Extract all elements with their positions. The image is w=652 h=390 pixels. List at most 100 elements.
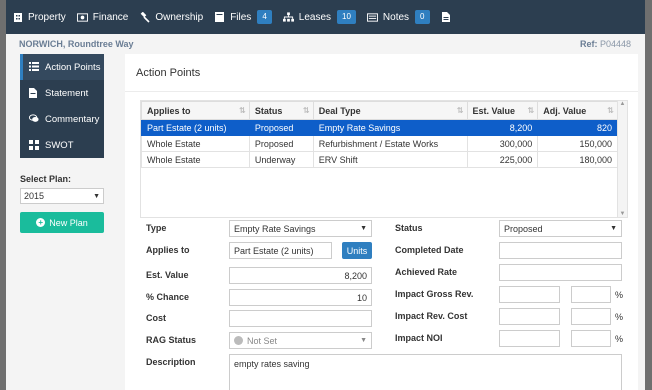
impact-rev-cost-field[interactable] [499, 308, 560, 325]
sidebar-item-statement[interactable]: Statement [20, 80, 104, 106]
achieved-rate-label: Achieved Rate [395, 267, 458, 277]
sort-icon: ⇅ [527, 106, 535, 115]
tab-finance[interactable]: Finance [76, 11, 129, 23]
description-field[interactable]: empty rates saving [229, 354, 622, 390]
est-value: 8,200 [344, 270, 367, 281]
sort-icon: ⇅ [303, 106, 310, 115]
tab-label: Notes [382, 11, 410, 23]
tab-label: Finance [92, 11, 129, 23]
sidebar-item-action-points[interactable]: Action Points [20, 54, 104, 80]
table-scrollbar[interactable]: ▲ ▼ [617, 101, 627, 217]
document-icon [441, 12, 452, 23]
impact-noi-pct-field[interactable] [571, 330, 611, 347]
cell-est-value: 225,000 [466, 151, 539, 168]
cell-est-value: 8,200 [466, 119, 539, 136]
panel-title: Action Points [125, 54, 638, 92]
leases-count-badge: 10 [337, 10, 356, 24]
building-icon [12, 12, 23, 23]
tab-property[interactable]: Property [12, 12, 66, 23]
chance-field[interactable]: 10 [229, 289, 372, 306]
sort-icon: ⇅ [456, 106, 464, 115]
col-applies-to[interactable]: Applies to ⇅ [141, 101, 250, 120]
new-plan-button[interactable]: + New Plan [20, 212, 104, 233]
file-icon [214, 12, 225, 23]
top-nav: Property Finance Ownership Files 4 Lease… [6, 0, 645, 34]
table-row[interactable]: Part Estate (2 units) Proposed Empty Rat… [141, 119, 618, 136]
tab-leases[interactable]: Leases 10 [282, 10, 356, 24]
sidebar-item-label: SWOT [45, 139, 74, 151]
rag-status-value: Not Set [247, 335, 278, 346]
cell-deal-type: Refurbishment / Estate Works [312, 135, 468, 152]
rag-status-display: Not Set [234, 336, 277, 346]
percent-label: % [615, 290, 624, 300]
files-count-badge: 4 [257, 10, 272, 24]
notes-count-badge: 0 [415, 10, 430, 24]
cell-applies-to: Whole Estate [141, 135, 250, 152]
units-button[interactable]: Units [342, 242, 372, 259]
col-est-value[interactable]: Est. Value ⇅ [466, 101, 539, 120]
impact-gross-rev-label: Impact Gross Rev. [395, 289, 474, 299]
cell-applies-to: Part Estate (2 units) [141, 119, 250, 136]
col-deal-type[interactable]: Deal Type ⇅ [312, 101, 468, 120]
new-plan-label: New Plan [49, 217, 88, 228]
plan-select-value: 2015 [24, 191, 45, 201]
status-select[interactable]: Proposed ▼ [499, 220, 622, 237]
sidebar-item-label: Statement [45, 87, 89, 99]
chevron-down-icon: ▼ [610, 225, 617, 232]
applies-to-label: Applies to [146, 245, 190, 255]
type-value: Empty Rate Savings [234, 223, 316, 234]
col-status[interactable]: Status ⇅ [248, 101, 314, 120]
rag-status-select[interactable]: Not Set ▼ [229, 332, 372, 349]
achieved-rate-field[interactable] [499, 264, 622, 281]
cost-field[interactable] [229, 310, 372, 327]
sidebar-item-swot[interactable]: SWOT [20, 132, 104, 158]
description-value: empty rates saving [234, 359, 310, 369]
description-label: Description [146, 357, 196, 367]
impact-gross-rev-field[interactable] [499, 286, 560, 303]
impact-gross-rev-pct-field[interactable] [571, 286, 611, 303]
est-value-field[interactable]: 8,200 [229, 267, 372, 284]
impact-noi-label: Impact NOI [395, 333, 443, 343]
table-row[interactable]: Whole Estate Underway ERV Shift 225,000 … [141, 151, 618, 168]
money-icon [76, 12, 88, 23]
cell-deal-type: ERV Shift [312, 151, 468, 168]
tab-label: Files [230, 11, 252, 23]
sidebar-item-label: Commentary [45, 113, 100, 125]
property-ref: Ref: P04448 [580, 39, 631, 49]
type-select[interactable]: Empty Rate Savings ▼ [229, 220, 372, 237]
impact-noi-field[interactable] [499, 330, 560, 347]
applies-to-field[interactable]: Part Estate (2 units) [229, 242, 332, 259]
tab-label: Ownership [155, 11, 204, 23]
tab-ownership[interactable]: Ownership [139, 11, 204, 23]
completed-date-label: Completed Date [395, 245, 464, 255]
backdrop [645, 0, 652, 390]
cell-status: Proposed [248, 119, 314, 136]
completed-date-field[interactable] [499, 242, 622, 259]
cell-deal-type: Empty Rate Savings [312, 119, 468, 136]
chance-value: 10 [356, 292, 367, 303]
status-dot-icon [234, 336, 243, 345]
sidebar-item-label: Action Points [45, 61, 101, 73]
tab-files[interactable]: Files 4 [214, 10, 272, 24]
tab-notes[interactable]: Notes 0 [366, 10, 430, 24]
select-plan-label: Select Plan: [20, 174, 72, 184]
scroll-down-icon[interactable]: ▼ [618, 211, 627, 217]
property-header: NORWICH, Roundtree Way Ref: P04448 [6, 34, 645, 54]
cell-adj-value: 820 [537, 119, 618, 136]
plus-circle-icon: + [36, 218, 46, 227]
table-row[interactable]: Whole Estate Proposed Refurbishment / Es… [141, 135, 618, 152]
sidebar: Action Points Statement Commentary SWOT … [20, 54, 104, 233]
plan-select[interactable]: 2015 ▼ [20, 188, 104, 204]
sidebar-item-commentary[interactable]: Commentary [20, 106, 104, 132]
tab-document[interactable] [441, 12, 457, 23]
col-adj-value[interactable]: Adj. Value ⇅ [537, 101, 618, 120]
applies-to-value: Part Estate (2 units) [234, 245, 314, 256]
cell-adj-value: 180,000 [537, 151, 618, 168]
impact-rev-cost-pct-field[interactable] [571, 308, 611, 325]
property-modal: Property Finance Ownership Files 4 Lease… [6, 0, 645, 390]
chance-label: % Chance [146, 292, 190, 302]
scroll-up-icon[interactable]: ▲ [618, 101, 627, 107]
cell-status: Underway [248, 151, 314, 168]
col-label: Deal Type [318, 105, 361, 116]
cost-label: Cost [146, 313, 166, 323]
